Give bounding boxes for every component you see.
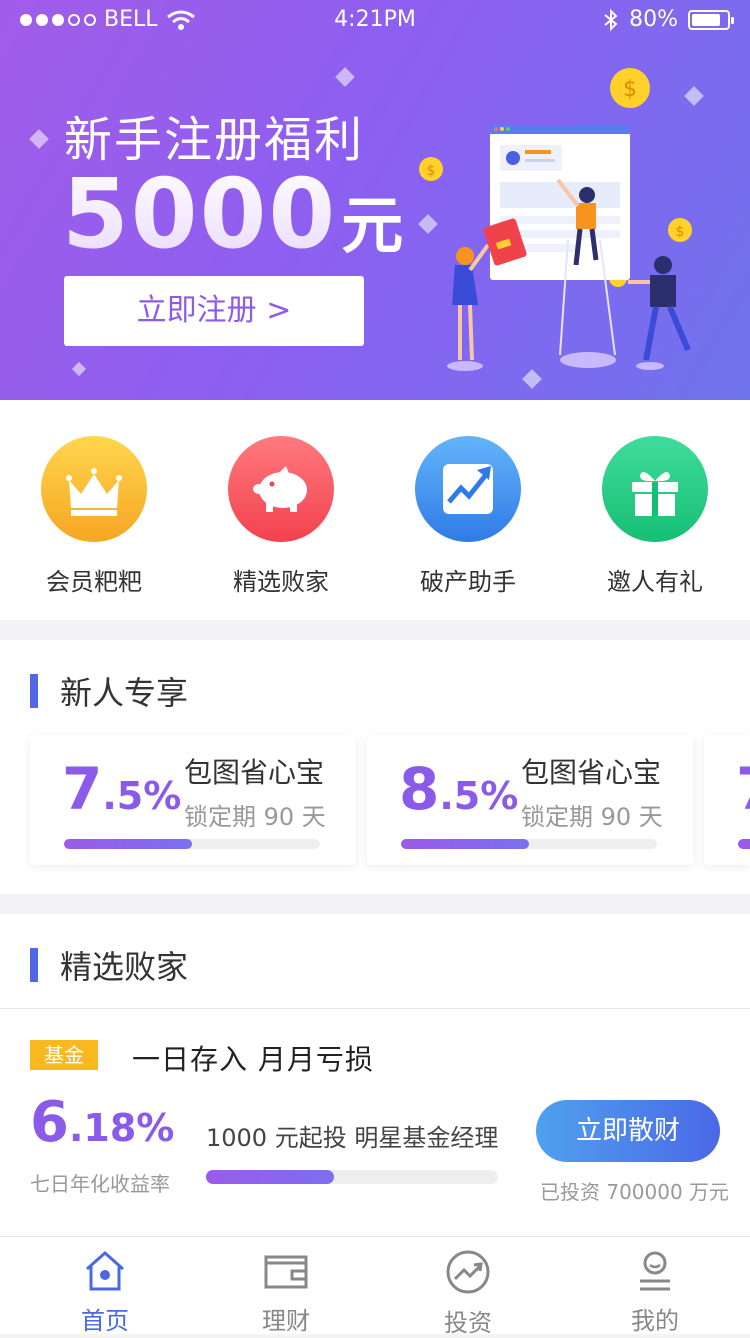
status-bar: BELL 4:21PM 80% bbox=[0, 0, 750, 40]
menu-label: 精选败家 bbox=[233, 568, 329, 596]
card-rate: 7.5% bbox=[62, 755, 182, 823]
card-rate: 8.5% bbox=[399, 755, 519, 823]
hero-amount-unit: 元 bbox=[341, 189, 406, 262]
section-title: 精选败家 bbox=[30, 942, 188, 988]
tab-label: 我的 bbox=[631, 1307, 679, 1335]
hero-amount-value: 5000 bbox=[62, 158, 338, 270]
decor-diamond bbox=[335, 67, 355, 87]
section-title-text: 精选败家 bbox=[60, 948, 189, 986]
invest-button[interactable]: 立即散财 bbox=[536, 1100, 720, 1162]
quick-menu: 会员粑粑 精选败家 破产助手 邀人有礼 bbox=[0, 400, 750, 620]
product-card-partial[interactable]: 7 bbox=[704, 735, 750, 865]
section-title-text: 新人专享 bbox=[60, 674, 189, 712]
tab-invest[interactable]: 投资 bbox=[408, 1249, 528, 1338]
battery-percent: 80% bbox=[629, 7, 678, 32]
card-lock-period: 锁定期 90 天 bbox=[184, 803, 326, 831]
menu-item-member[interactable]: 会员粑粑 bbox=[14, 436, 174, 597]
card-rate: 7 bbox=[736, 755, 750, 823]
hero-illustration: $ $ $ bbox=[419, 68, 692, 371]
hero-banner[interactable]: BELL 4:21PM 80% 新手注册福利 5000元 立即注册 > $ $ … bbox=[0, 0, 750, 400]
crown-icon bbox=[41, 436, 147, 542]
register-button[interactable]: 立即注册 > bbox=[64, 276, 364, 346]
product-rate-label: 七日年化收益率 bbox=[30, 1172, 170, 1196]
chart-up-icon bbox=[415, 436, 521, 542]
product-progress bbox=[206, 1170, 498, 1184]
gift-icon bbox=[602, 436, 708, 542]
svg-text:$: $ bbox=[676, 224, 685, 240]
menu-item-bankrupt[interactable]: 破产助手 bbox=[388, 436, 548, 597]
tab-label: 理财 bbox=[262, 1307, 310, 1335]
product-rate: 6.18% bbox=[30, 1090, 175, 1155]
product-card[interactable]: 7.5% 包图省心宝 锁定期 90 天 bbox=[30, 735, 356, 865]
bluetooth-icon bbox=[604, 8, 618, 31]
hero-amount: 5000元 bbox=[62, 158, 405, 270]
menu-label: 会员粑粑 bbox=[46, 568, 142, 596]
card-lock-period: 锁定期 90 天 bbox=[521, 803, 663, 831]
status-right: 80% bbox=[603, 7, 734, 32]
svg-text:$: $ bbox=[427, 163, 436, 179]
menu-label: 破产助手 bbox=[420, 568, 516, 596]
section-title: 新人专享 bbox=[30, 668, 188, 714]
card-progress bbox=[64, 839, 320, 849]
invested-amount: 已投资 700000 万元 bbox=[540, 1180, 730, 1204]
home-icon bbox=[86, 1250, 124, 1291]
product-title[interactable]: 一日存入 月月亏损 bbox=[132, 1038, 374, 1078]
tab-mine[interactable]: 我的 bbox=[595, 1249, 715, 1336]
tab-finance[interactable]: 理财 bbox=[226, 1249, 346, 1336]
decor-diamond bbox=[29, 129, 49, 149]
product-info: 1000 元起投 明星基金经理 bbox=[206, 1124, 499, 1152]
card-name: 包图省心宝 bbox=[521, 756, 662, 789]
card-progress bbox=[401, 839, 657, 849]
card-name: 包图省心宝 bbox=[184, 756, 325, 789]
wallet-icon bbox=[264, 1255, 308, 1289]
trend-icon bbox=[446, 1250, 490, 1294]
product-card[interactable]: 8.5% 包图省心宝 锁定期 90 天 bbox=[367, 735, 693, 865]
newcomer-section: 新人专享 7.5% 包图省心宝 锁定期 90 天 8.5% 包图省心宝 锁定期 … bbox=[0, 640, 750, 894]
battery-icon bbox=[688, 9, 734, 30]
svg-text:$: $ bbox=[623, 77, 637, 102]
menu-item-invite[interactable]: 邀人有礼 bbox=[575, 436, 735, 597]
piggy-bank-icon bbox=[228, 436, 334, 542]
tab-label: 投资 bbox=[444, 1309, 492, 1337]
tab-bar: 首页 理财 投资 我的 bbox=[0, 1236, 750, 1337]
tab-label: 首页 bbox=[81, 1307, 129, 1335]
user-icon bbox=[640, 1251, 670, 1291]
decor-diamond bbox=[71, 361, 87, 377]
tab-home[interactable]: 首页 bbox=[45, 1249, 165, 1336]
divider bbox=[0, 1008, 750, 1009]
product-tag: 基金 bbox=[30, 1040, 98, 1070]
menu-label: 邀人有礼 bbox=[607, 568, 703, 596]
menu-item-featured[interactable]: 精选败家 bbox=[201, 436, 361, 597]
card-progress bbox=[738, 839, 750, 849]
